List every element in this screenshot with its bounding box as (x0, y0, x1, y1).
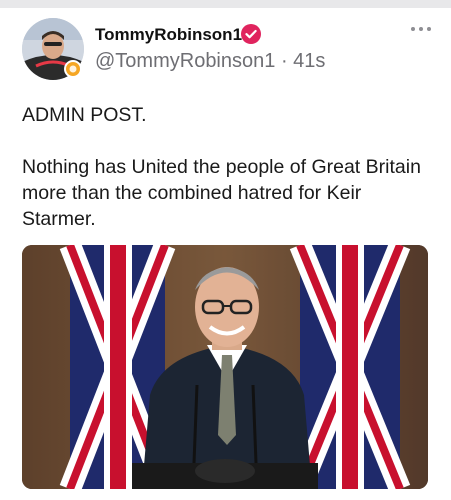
more-options-icon[interactable] (411, 24, 431, 34)
press-conference-photo (22, 245, 428, 489)
handle-line: @TommyRobinson1 · 41s (95, 50, 325, 73)
post-line-2: Nothing has United the people of Great B… (22, 156, 421, 230)
post-media[interactable] (22, 245, 428, 489)
handle[interactable]: @TommyRobinson1 (95, 50, 275, 72)
verified-check-icon (241, 24, 261, 44)
timestamp[interactable]: 41s (293, 50, 325, 72)
display-name[interactable]: TommyRobinson1 (95, 25, 242, 45)
post-text: ADMIN POST. Nothing has United the peopl… (22, 102, 432, 232)
gold-badge-icon (64, 60, 82, 78)
top-bar (0, 0, 451, 8)
separator: · (280, 50, 288, 72)
post-line-1: ADMIN POST. (22, 104, 147, 126)
